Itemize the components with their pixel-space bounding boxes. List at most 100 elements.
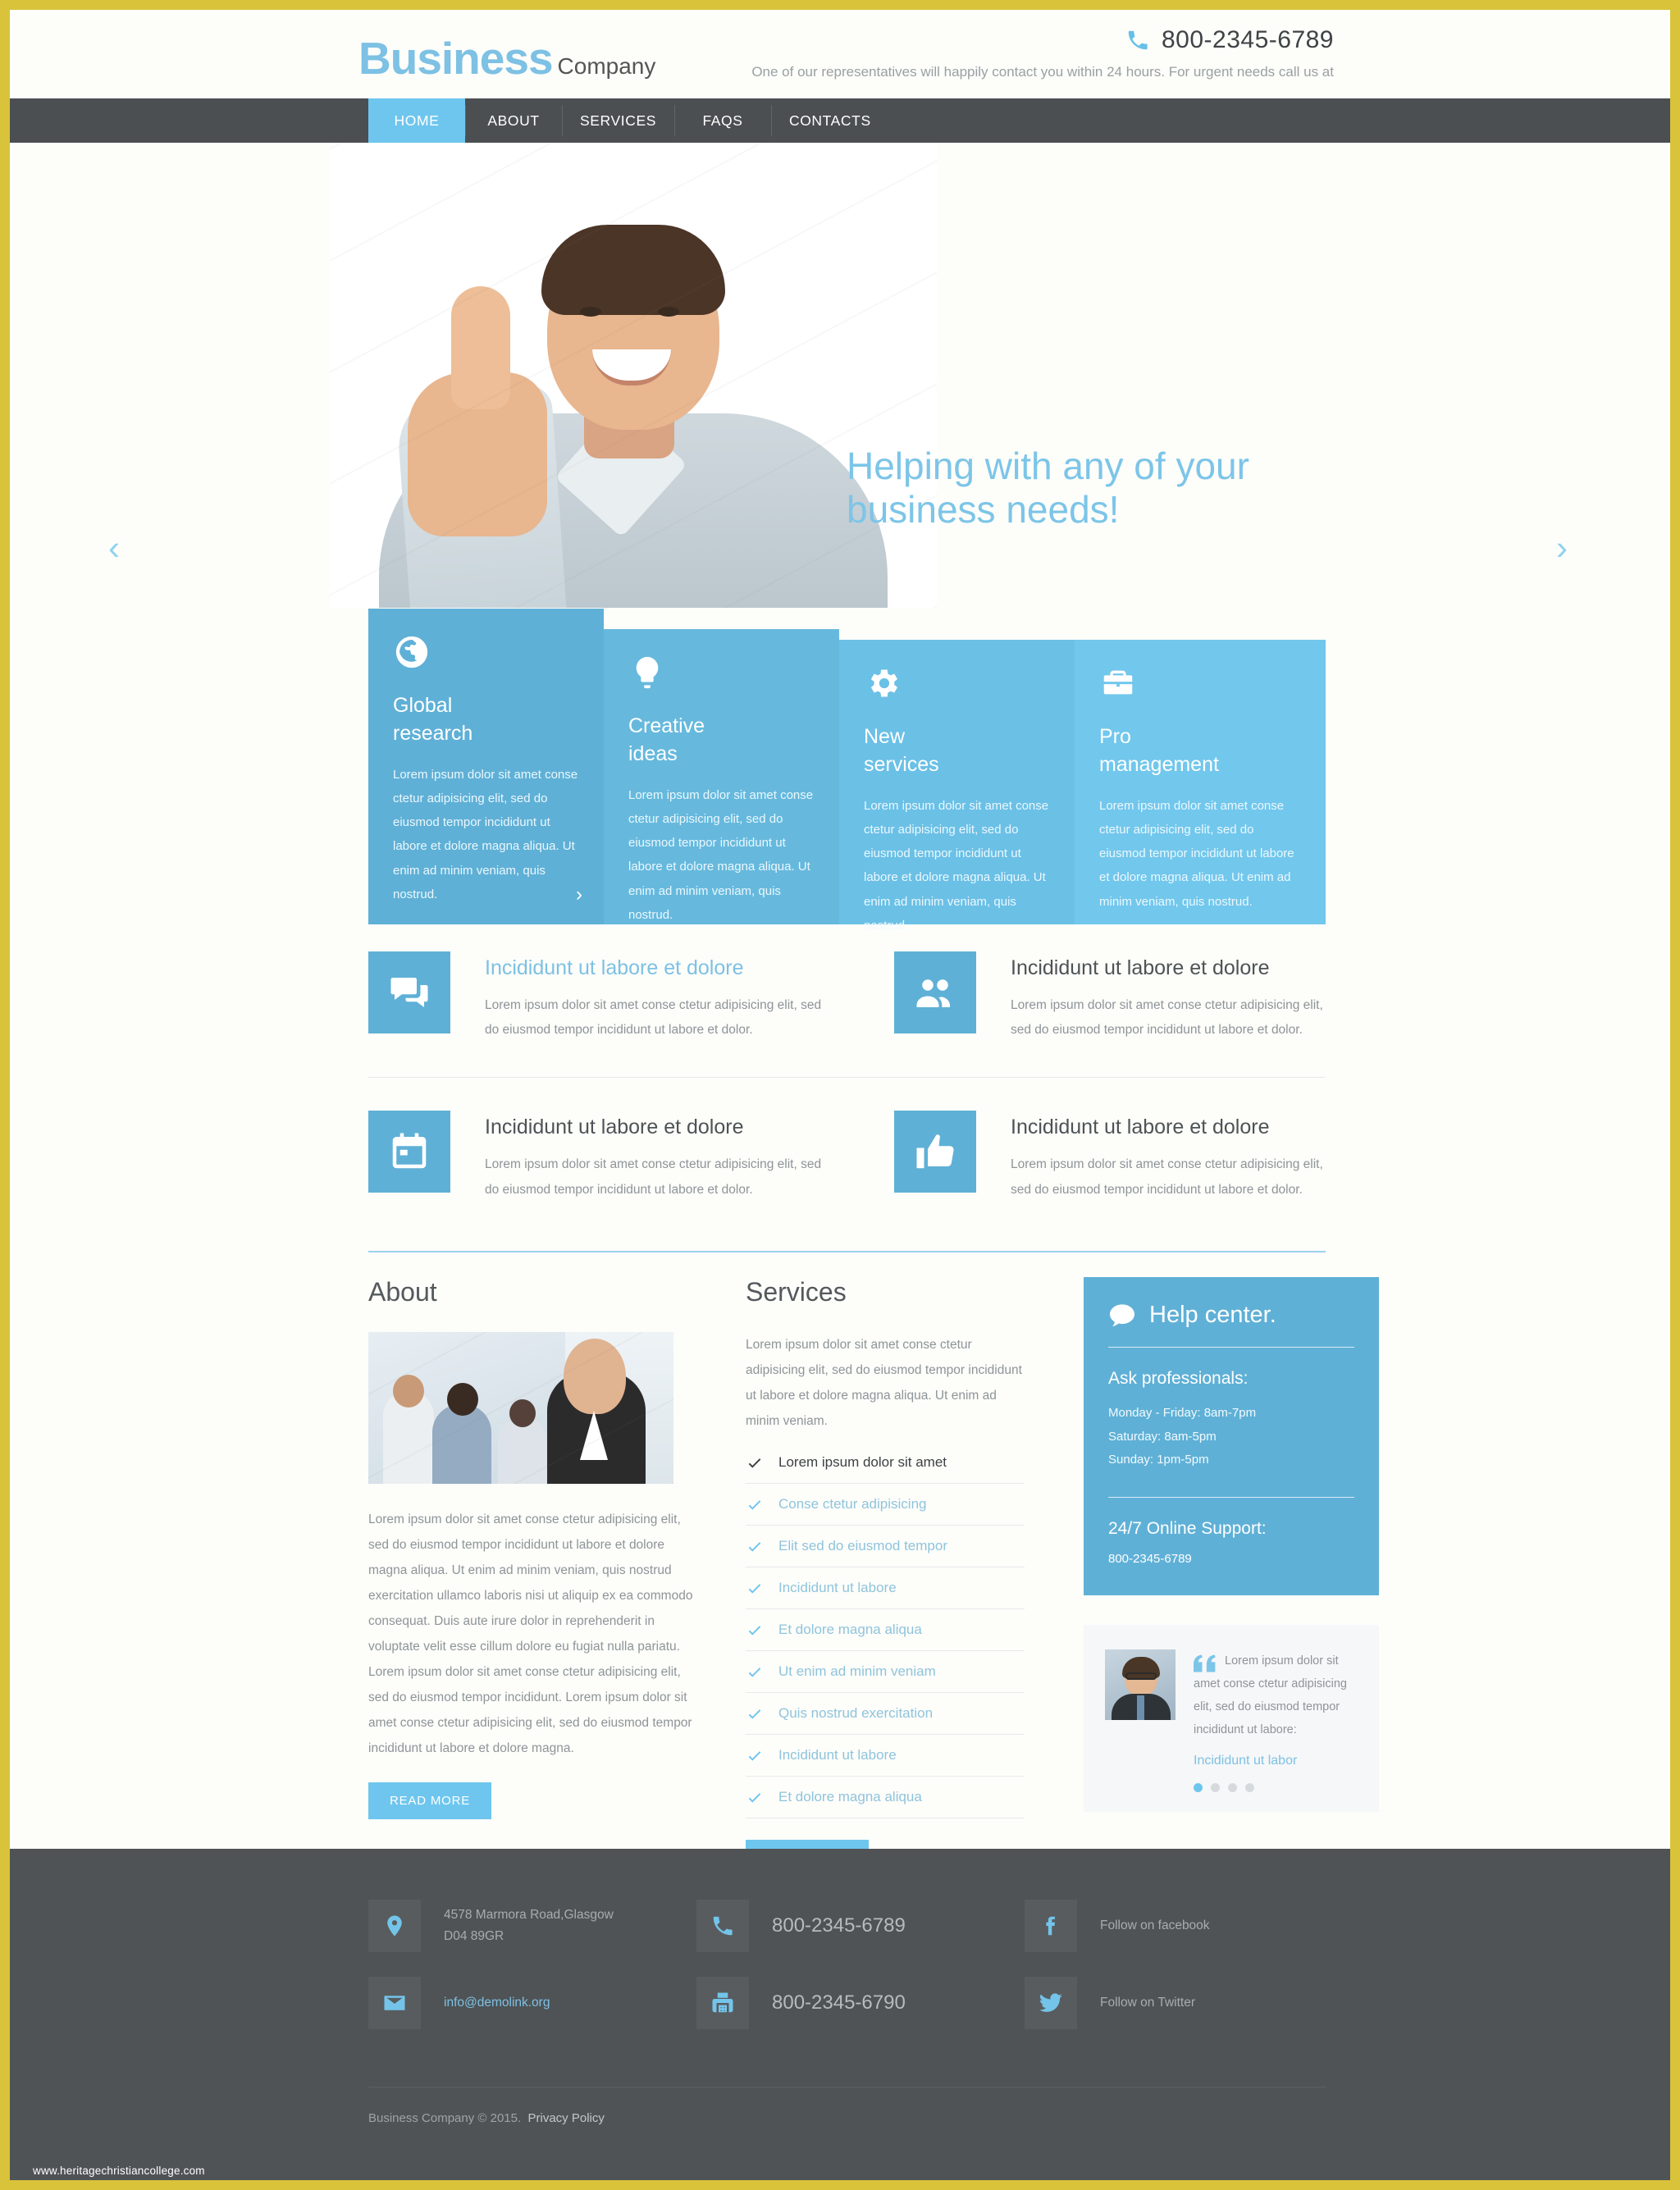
hero-next-arrow-icon[interactable]: › bbox=[1556, 528, 1568, 568]
testimonial-dot[interactable] bbox=[1211, 1782, 1220, 1792]
feature-text: Lorem ipsum dolor sit amet conse ctetur … bbox=[628, 787, 814, 922]
check-icon bbox=[748, 1500, 761, 1510]
feature-title-line-1: Creative bbox=[628, 714, 705, 737]
chat-bubbles-icon bbox=[390, 978, 428, 1007]
help-center-widget: Help center. Ask professionals: Monday -… bbox=[1084, 1277, 1379, 1595]
help-divider bbox=[1108, 1496, 1354, 1498]
teaser-title[interactable]: Incididunt ut labore et dolore bbox=[1011, 1116, 1325, 1139]
testimonial-dot[interactable] bbox=[1194, 1782, 1203, 1792]
services-list-item[interactable]: Incididunt ut labore bbox=[746, 1735, 1025, 1777]
logo-secondary-text: Company bbox=[557, 53, 656, 79]
teaser-item-chat[interactable]: Incididunt ut labore et dolore Lorem ips… bbox=[368, 951, 847, 1079]
footer-icon-box bbox=[368, 1977, 421, 2029]
services-list-item[interactable]: Et dolore magna aliqua bbox=[746, 1609, 1025, 1651]
feature-more-arrow-icon[interactable]: › bbox=[576, 883, 582, 906]
footer-fax-row: 800-2345-6790 bbox=[696, 1977, 1025, 2029]
feature-title-line-1: Global bbox=[393, 694, 453, 717]
feature-title: Global research bbox=[393, 692, 579, 748]
teaser-text: Lorem ipsum dolor sit amet conse ctetur … bbox=[485, 1157, 822, 1197]
frame-border-top bbox=[0, 0, 1680, 10]
testimonial-quote: Lorem ipsum dolor sit amet conse ctetur … bbox=[1194, 1654, 1347, 1737]
services-list-item[interactable]: Elit sed do eiusmod tempor bbox=[746, 1526, 1025, 1567]
services-list-item[interactable]: Lorem ipsum dolor sit amet bbox=[746, 1442, 1025, 1484]
feature-title: New services bbox=[864, 723, 1050, 779]
feature-title-line-1: New bbox=[864, 725, 906, 748]
nav-item-faqs[interactable]: FAQS bbox=[673, 98, 771, 143]
help-center-title: Help center. bbox=[1149, 1302, 1276, 1328]
section-divider bbox=[368, 1251, 1326, 1252]
teaser-title[interactable]: Incididunt ut labore et dolore bbox=[485, 956, 838, 980]
services-list-item[interactable]: Incididunt ut labore bbox=[746, 1567, 1025, 1609]
teaser-item-calendar[interactable]: Incididunt ut labore et dolore Lorem ips… bbox=[368, 1078, 847, 1233]
nav-item-about[interactable]: ABOUT bbox=[465, 98, 562, 143]
footer-facebook-label[interactable]: Follow on facebook bbox=[1077, 1915, 1210, 1937]
footer-contact-grid: 4578 Marmora Road,Glasgow D04 89GR info@… bbox=[368, 1900, 1326, 2029]
hero-title-line-1: Helping with any of your bbox=[847, 445, 1249, 487]
teaser-title[interactable]: Incididunt ut labore et dolore bbox=[1011, 956, 1325, 980]
feature-title-line-2: services bbox=[864, 752, 939, 776]
services-heading: Services bbox=[746, 1277, 847, 1307]
teaser-item-users[interactable]: Incididunt ut labore et dolore Lorem ips… bbox=[847, 951, 1325, 1079]
service-teasers: Incididunt ut labore et dolore Lorem ips… bbox=[368, 951, 1326, 1234]
services-item-label: Elit sed do eiusmod tempor bbox=[778, 1538, 947, 1554]
footer-copyright-text: Business Company © 2015. bbox=[368, 2111, 522, 2125]
main-columns: About Lorem ipsum dolor sit amet conse c… bbox=[368, 1277, 1379, 1877]
website-root: Business Company 800-2345-6789 One of our… bbox=[10, 10, 1670, 2180]
logo-primary-text: Business bbox=[358, 33, 554, 84]
nav-item-services[interactable]: SERVICES bbox=[562, 98, 674, 143]
speech-bubble-icon bbox=[1110, 1303, 1134, 1326]
services-item-label: Lorem ipsum dolor sit amet bbox=[778, 1454, 947, 1470]
main-navigation: HOME ABOUT SERVICES FAQS CONTACTS bbox=[10, 98, 1670, 143]
browser-page: Business Company 800-2345-6789 One of our… bbox=[0, 0, 1680, 2190]
footer-twitter-row[interactable]: Follow on Twitter bbox=[1025, 1977, 1326, 2029]
footer-email-link[interactable]: info@demolink.org bbox=[421, 1992, 550, 2014]
teaser-title[interactable]: Incididunt ut labore et dolore bbox=[485, 1116, 838, 1139]
teaser-item-thumbs-up[interactable]: Incididunt ut labore et dolore Lorem ips… bbox=[847, 1078, 1325, 1233]
feature-box-new-services[interactable]: New services Lorem ipsum dolor sit amet c… bbox=[839, 640, 1075, 933]
hero-prev-arrow-icon[interactable]: ‹ bbox=[108, 528, 120, 568]
footer-privacy-link[interactable]: Privacy Policy bbox=[528, 2111, 605, 2125]
services-list: Lorem ipsum dolor sit amet Conse ctetur … bbox=[746, 1442, 1025, 1818]
footer-email-row[interactable]: info@demolink.org bbox=[368, 1977, 696, 2029]
testimonial-dot[interactable] bbox=[1245, 1782, 1254, 1792]
help-center-title-row: Help center. bbox=[1108, 1302, 1354, 1329]
check-icon bbox=[748, 1584, 761, 1594]
about-image-business-team bbox=[368, 1332, 673, 1484]
services-list-item[interactable]: Ut enim ad minim veniam bbox=[746, 1651, 1025, 1693]
feature-box-global-research[interactable]: Global research Lorem ipsum dolor sit ame… bbox=[368, 609, 604, 924]
footer-twitter-label[interactable]: Follow on Twitter bbox=[1077, 1992, 1195, 2014]
nav-item-contacts[interactable]: CONTACTS bbox=[770, 98, 889, 143]
header-phone-row[interactable]: 800-2345-6789 bbox=[751, 26, 1334, 54]
feature-box-pro-management[interactable]: Pro management Lorem ipsum dolor sit amet… bbox=[1075, 640, 1326, 924]
about-column: About Lorem ipsum dolor sit amet conse c… bbox=[368, 1277, 696, 1877]
nav-label: HOME bbox=[394, 112, 440, 129]
testimonial-link[interactable]: Incididunt ut labor bbox=[1194, 1754, 1358, 1768]
testimonial-dot[interactable] bbox=[1228, 1782, 1237, 1792]
hero-title: Helping with any of your business needs! bbox=[847, 445, 1372, 532]
footer-copyright: Business Company © 2015. Privacy Policy bbox=[368, 2111, 605, 2125]
teaser-text-block: Incididunt ut labore et dolore Lorem ips… bbox=[976, 951, 1325, 1043]
services-list-item[interactable]: Et dolore magna aliqua bbox=[746, 1777, 1025, 1818]
feature-title-line-2: ideas bbox=[628, 741, 678, 765]
footer-facebook-row[interactable]: Follow on facebook bbox=[1025, 1900, 1326, 1952]
help-hours-line: Saturday: 8am-5pm bbox=[1108, 1429, 1217, 1444]
services-list-item[interactable]: Quis nostrud exercitation bbox=[746, 1693, 1025, 1735]
help-hours-line: Sunday: 1pm-5pm bbox=[1108, 1453, 1209, 1467]
quote-icon bbox=[1194, 1654, 1216, 1672]
help-hours-line: Monday - Friday: 8am-7pm bbox=[1108, 1406, 1257, 1420]
feature-boxes: Global research Lorem ipsum dolor sit ame… bbox=[368, 609, 1326, 933]
nav-item-home[interactable]: HOME bbox=[368, 98, 465, 143]
about-read-more-button[interactable]: READ MORE bbox=[368, 1782, 492, 1819]
teaser-text: Lorem ipsum dolor sit amet conse ctetur … bbox=[1011, 1157, 1323, 1197]
hero-slider: Helping with any of your business needs!… bbox=[10, 143, 1670, 608]
header-contact-note: One of our representatives will happily … bbox=[751, 64, 1334, 80]
footer-address-line-2: D04 89GR bbox=[444, 1929, 504, 1943]
site-logo[interactable]: Business Company bbox=[358, 32, 655, 84]
services-column: Services Lorem ipsum dolor sit amet cons… bbox=[696, 1277, 1025, 1877]
feature-box-creative-ideas[interactable]: Creative ideas Lorem ipsum dolor sit amet… bbox=[604, 629, 839, 924]
services-list-item[interactable]: Conse ctetur adipisicing bbox=[746, 1484, 1025, 1526]
testimonial-pagination bbox=[1194, 1782, 1358, 1792]
footer-icon-box bbox=[1025, 1900, 1077, 1952]
teaser-text-block: Incididunt ut labore et dolore Lorem ips… bbox=[976, 1111, 1325, 1202]
teaser-icon-box bbox=[368, 1111, 450, 1193]
